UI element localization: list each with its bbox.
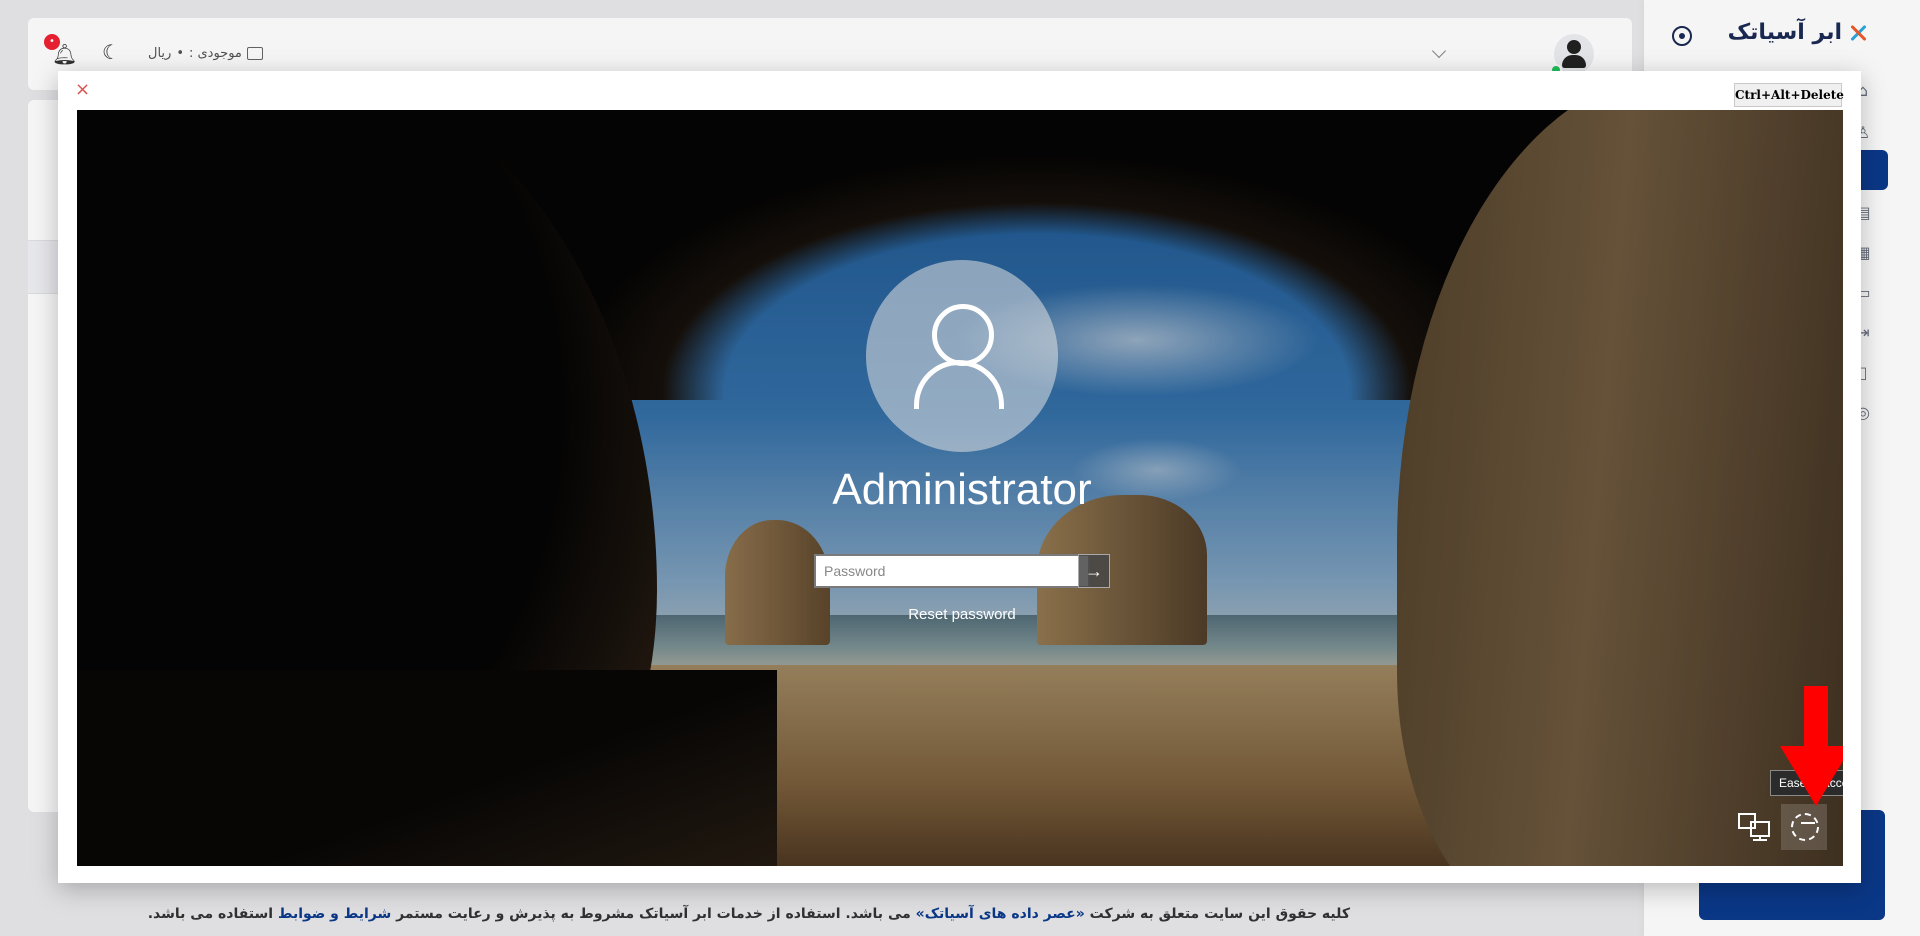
ease-of-access-button[interactable] <box>1781 804 1827 850</box>
password-row: → <box>814 554 1110 588</box>
user-avatar-icon <box>866 260 1058 452</box>
red-arrow-annotation <box>1780 686 1843 806</box>
ease-of-access-icon <box>1791 813 1819 841</box>
remote-console-screen[interactable]: Administrator → Reset password Ease of a… <box>77 110 1843 866</box>
network-icon[interactable] <box>1738 812 1772 842</box>
login-username: Administrator <box>832 465 1092 514</box>
reset-password-link[interactable]: Reset password <box>862 606 1062 623</box>
password-input[interactable] <box>814 554 1090 588</box>
console-modal: × Ctrl+Alt+Delete Administrator → Reset … <box>58 71 1861 883</box>
close-icon[interactable]: × <box>75 81 90 99</box>
ctrl-alt-delete-button[interactable]: Ctrl+Alt+Delete <box>1734 83 1844 107</box>
arrow-right-icon: → <box>1085 560 1103 581</box>
submit-button[interactable]: → <box>1078 554 1110 588</box>
